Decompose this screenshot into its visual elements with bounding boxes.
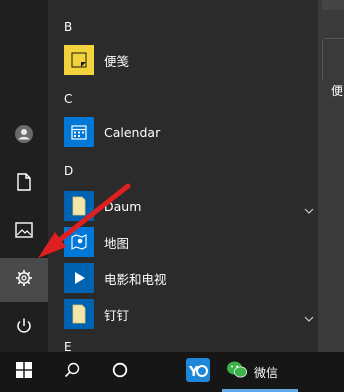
documents-button[interactable]	[0, 162, 48, 206]
section-header-b[interactable]: B	[64, 20, 72, 34]
app-label: 便笺	[104, 53, 130, 69]
app-item-maps[interactable]: 地图	[64, 224, 344, 260]
cortana-button[interactable]	[96, 352, 144, 392]
chevron-down-icon[interactable]	[304, 200, 314, 219]
search-icon	[64, 362, 80, 382]
calendar-icon	[64, 117, 94, 147]
windows-logo-icon	[16, 362, 32, 382]
app-item-movies-tv[interactable]: 电影和电视	[64, 260, 344, 296]
user-account-button[interactable]	[0, 114, 48, 158]
wechat-label: 微信	[254, 365, 279, 380]
power-icon	[15, 317, 33, 339]
app-list: B 便笺 C Calendar D Daum 地图 电影和电视 钉钉 E	[48, 0, 318, 354]
start-button[interactable]	[0, 352, 48, 392]
yc-app-icon: Y	[184, 356, 212, 388]
power-button[interactable]	[0, 306, 48, 350]
avatar-icon	[14, 124, 34, 148]
picture-icon	[15, 222, 33, 242]
maps-icon	[64, 227, 94, 257]
tiles-area: 便	[318, 0, 344, 352]
app-item-calendar[interactable]: Calendar	[64, 114, 344, 150]
document-icon	[16, 173, 32, 195]
pictures-button[interactable]	[0, 210, 48, 254]
cortana-circle-icon	[112, 362, 128, 382]
partial-tile[interactable]	[322, 0, 344, 10]
divider	[322, 40, 323, 80]
chevron-down-icon[interactable]	[304, 308, 314, 327]
folder-icon	[64, 191, 94, 221]
folder-icon	[64, 299, 94, 329]
app-label: 钉钉	[104, 307, 130, 323]
sticky-notes-icon	[64, 45, 94, 75]
partial-tile-label[interactable]: 便	[331, 82, 343, 99]
taskbar: Y 微信	[0, 352, 344, 392]
app-label: 地图	[104, 235, 130, 251]
taskbar-app-yc[interactable]: Y	[174, 352, 222, 392]
app-label: 电影和电视	[104, 271, 167, 287]
divider	[324, 38, 344, 39]
app-label: Calendar	[104, 124, 161, 140]
app-item-daum[interactable]: Daum	[64, 188, 344, 224]
gear-icon	[15, 269, 33, 291]
start-left-rail	[0, 0, 48, 352]
app-item-dingtalk[interactable]: 钉钉	[64, 296, 344, 332]
section-header-c[interactable]: C	[64, 92, 72, 106]
wechat-icon	[226, 360, 248, 384]
taskbar-app-wechat[interactable]: 微信	[222, 352, 298, 392]
settings-button[interactable]	[0, 258, 48, 302]
search-button[interactable]	[48, 352, 96, 392]
section-header-d[interactable]: D	[64, 164, 73, 178]
movies-tv-icon	[64, 263, 94, 293]
app-item-sticky-notes[interactable]: 便笺	[64, 42, 344, 78]
app-label: Daum	[104, 198, 142, 214]
